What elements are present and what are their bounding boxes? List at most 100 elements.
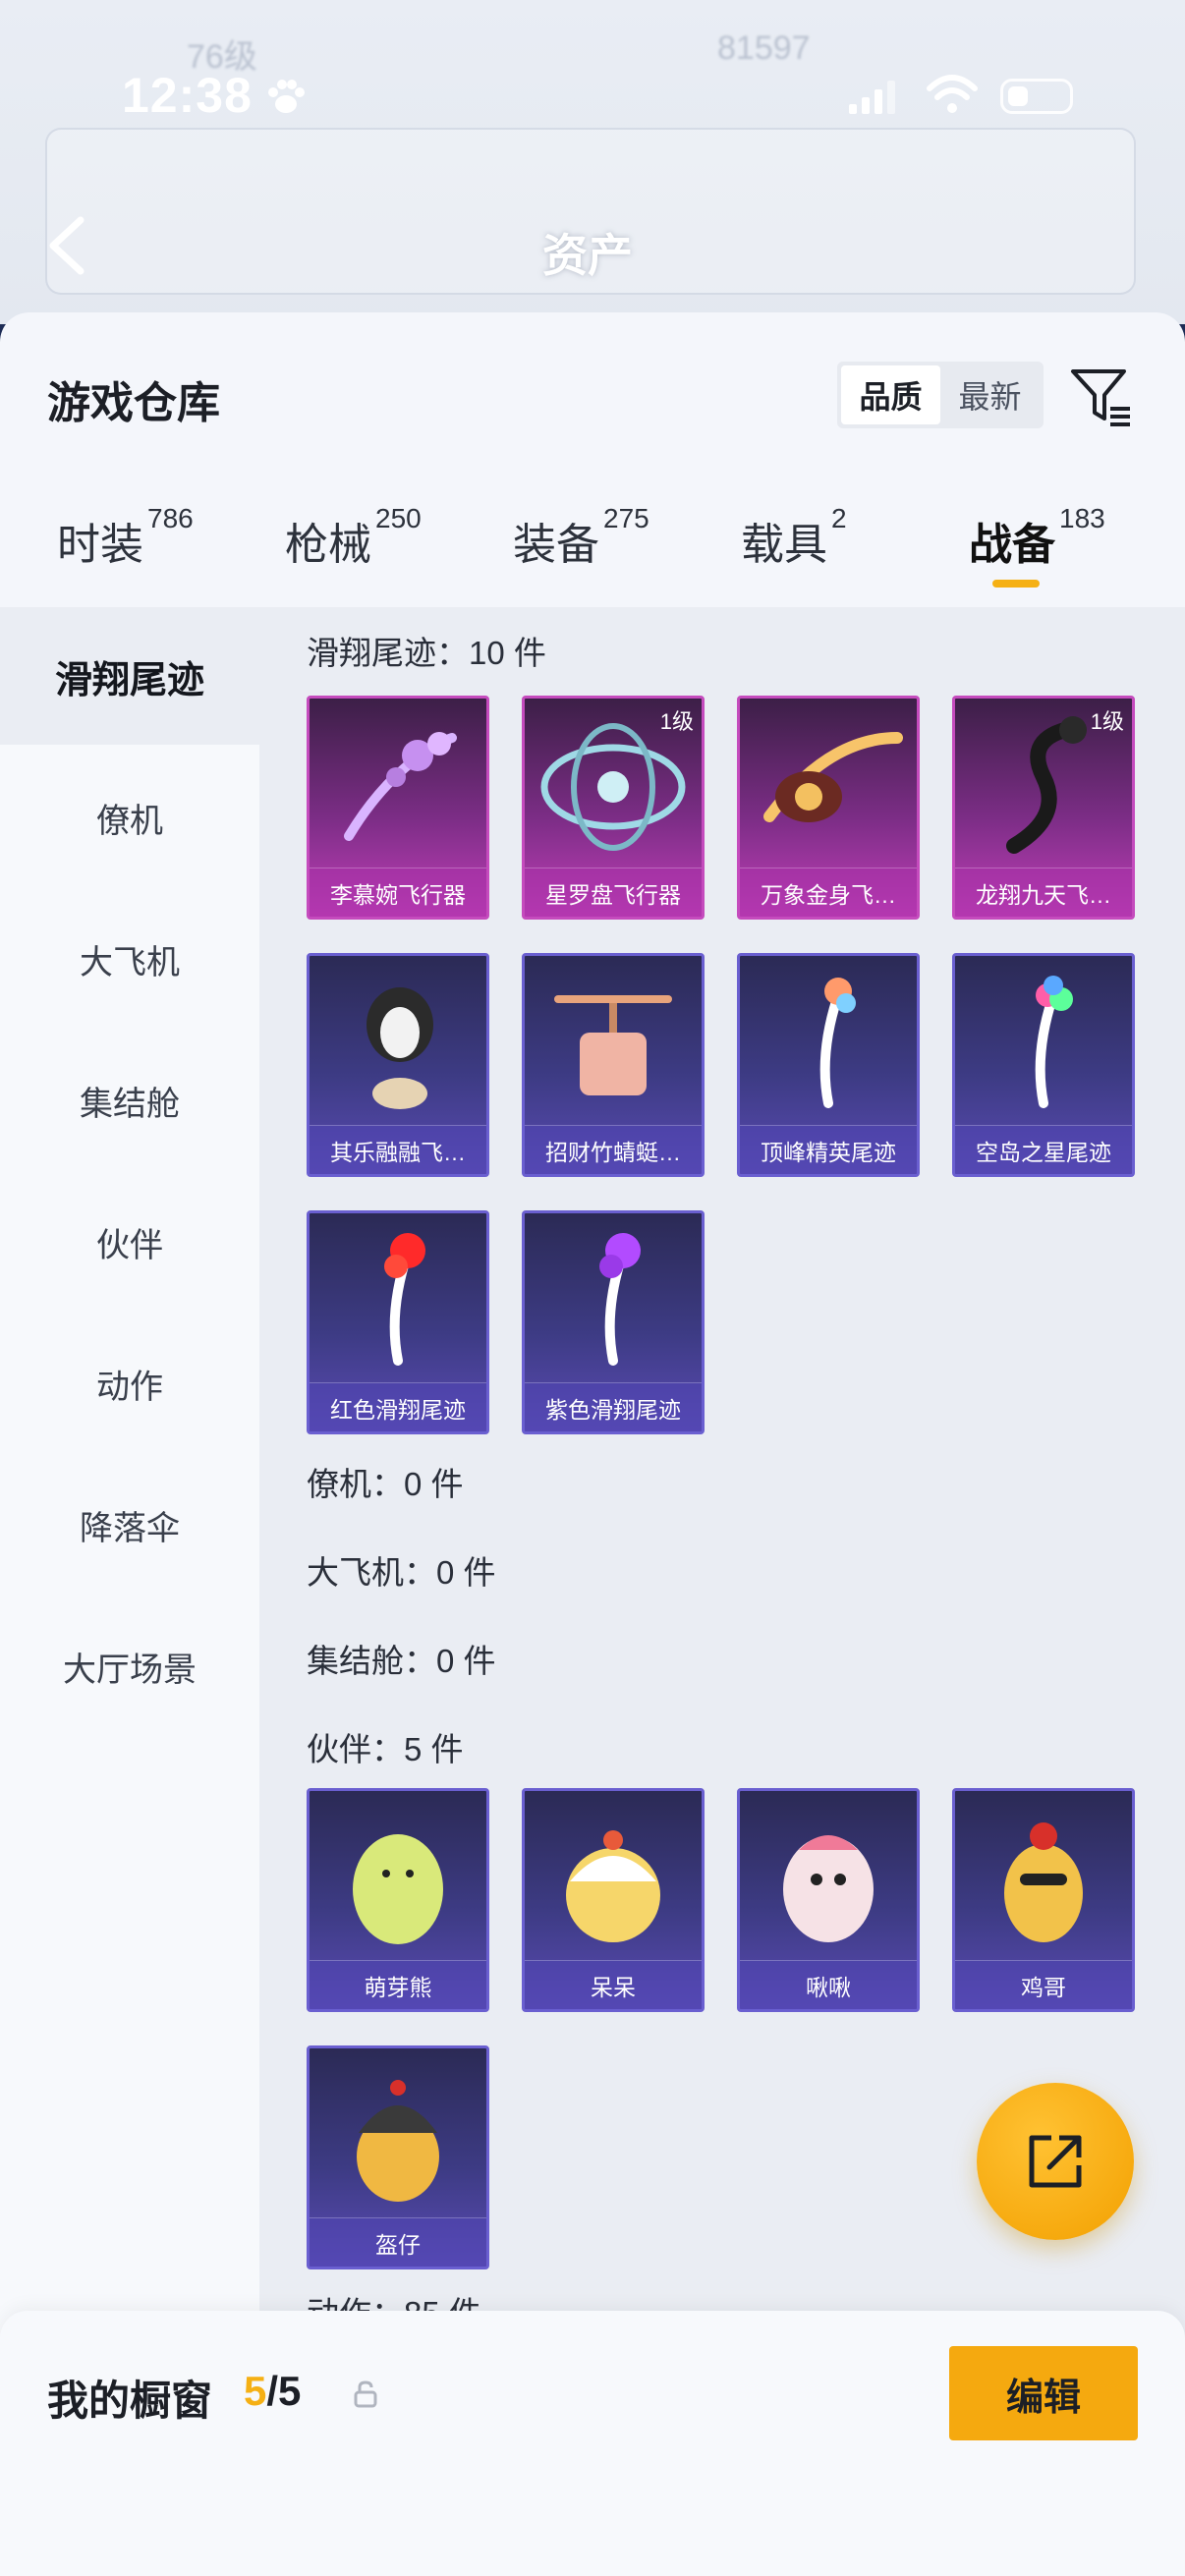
tab-label: 装备 <box>513 521 599 569</box>
status-time: 12:38 <box>122 68 253 123</box>
section-heading-big-plane: 大飞机：0 件 <box>307 1554 496 1591</box>
section-heading-assembly-pod: 集结舱：0 件 <box>307 1643 496 1679</box>
item-card[interactable]: 其乐融融飞… <box>307 953 489 1177</box>
item-name: 鸡哥 <box>955 1960 1132 2009</box>
chick-partner-icon <box>566 1830 660 1942</box>
back-button[interactable] <box>43 214 92 277</box>
item-name: 呆呆 <box>525 1960 702 2009</box>
item-name: 顶峰精英尾迹 <box>740 1125 917 1174</box>
active-tab-indicator <box>992 580 1040 588</box>
paw-icon <box>268 80 305 113</box>
showcase-bar: 我的橱窗 5/5 编辑 <box>0 2311 1185 2576</box>
tab-count: 250 <box>375 503 422 533</box>
tab-count: 2 <box>831 503 847 533</box>
item-card[interactable]: 招财竹蜻蜓… <box>522 953 705 1177</box>
item-name: 星罗盘飞行器 <box>525 868 702 917</box>
page-title: 资产 <box>542 230 633 281</box>
item-name: 啾啾 <box>740 1960 917 2009</box>
item-level-badge: 1级 <box>659 709 694 734</box>
item-name: 龙翔九天飞… <box>955 868 1132 917</box>
sort-by-newest-button[interactable]: 最新 <box>940 365 1040 424</box>
external-link-icon <box>1029 2135 1082 2188</box>
sidebar: 滑翔尾迹 僚机 大飞机 集结舱 伙伴 动作 降落伞 大厅场景 <box>0 607 259 2576</box>
item-level-badge: 1级 <box>1090 709 1124 734</box>
item-name: 萌芽熊 <box>310 1960 486 2009</box>
tab-label: 载具 <box>741 521 827 569</box>
smoke-trail-icon <box>1035 976 1073 1108</box>
category-tabs: 时装 786 枪械 250 装备 275 载具 2 战备 183 <box>0 499 1185 607</box>
section-heading-wingman: 僚机：0 件 <box>307 1466 464 1502</box>
tab-count: 275 <box>603 503 649 533</box>
item-card[interactable]: 紫色滑翔尾迹 <box>522 1210 705 1434</box>
filter-icon[interactable] <box>1069 364 1134 428</box>
item-name: 盔仔 <box>310 2217 486 2267</box>
item-card[interactable]: 1级 龙翔九天飞… <box>952 696 1135 920</box>
item-card[interactable]: 1级 星罗盘飞行器 <box>522 696 705 920</box>
tab-firearms[interactable]: 枪械 250 <box>285 499 422 607</box>
sheet-title: 游戏仓库 <box>47 379 220 427</box>
sort-toggle: 品质 最新 <box>837 362 1044 428</box>
sidebar-item-action[interactable]: 动作 <box>0 1315 259 1452</box>
edit-button[interactable]: 编辑 <box>949 2346 1138 2440</box>
battery-icon <box>1000 79 1073 114</box>
tab-label: 枪械 <box>285 521 371 569</box>
signal-icon <box>849 81 895 114</box>
sidebar-item-assembly-pod[interactable]: 集结舱 <box>0 1032 259 1169</box>
item-name: 空岛之星尾迹 <box>955 1125 1132 1174</box>
showcase-title: 我的橱窗 <box>47 2378 213 2424</box>
sidebar-item-lobby-scene[interactable]: 大厅场景 <box>0 1597 259 1735</box>
tab-count: 183 <box>1059 503 1105 533</box>
item-name: 李慕婉飞行器 <box>310 868 486 917</box>
smoke-trail-icon <box>819 978 856 1108</box>
sidebar-item-glide-trail[interactable]: 滑翔尾迹 <box>0 607 259 745</box>
item-card[interactable]: 红色滑翔尾迹 <box>307 1210 489 1434</box>
item-card[interactable]: 盔仔 <box>307 2045 489 2269</box>
wifi-icon <box>927 75 978 113</box>
smoke-trail-icon <box>599 1233 641 1366</box>
sidebar-item-wingman[interactable]: 僚机 <box>0 749 259 886</box>
helmet-chick-partner-icon <box>357 2080 439 2202</box>
item-name: 万象金身飞… <box>740 868 917 917</box>
showcase-count: 5/5 <box>244 2368 301 2415</box>
item-card[interactable]: 顶峰精英尾迹 <box>737 953 920 1177</box>
sort-by-quality-button[interactable]: 品质 <box>841 365 940 424</box>
sidebar-item-parachute[interactable]: 降落伞 <box>0 1456 259 1594</box>
sidebar-item-partner[interactable]: 伙伴 <box>0 1173 259 1311</box>
bear-partner-icon <box>353 1834 443 1944</box>
tab-count: 786 <box>147 503 194 533</box>
item-name: 招财竹蜻蜓… <box>525 1125 702 1174</box>
smoke-trail-icon <box>384 1233 425 1366</box>
item-name: 其乐融融飞… <box>310 1125 486 1174</box>
sidebar-item-big-plane[interactable]: 大飞机 <box>0 890 259 1028</box>
tab-vehicles[interactable]: 载具 2 <box>741 499 847 607</box>
share-button[interactable] <box>977 2083 1134 2240</box>
tab-label: 时装 <box>57 521 143 569</box>
item-card[interactable]: 李慕婉飞行器 <box>307 696 489 920</box>
item-card[interactable]: 啾啾 <box>737 1788 920 2012</box>
item-card[interactable]: 空岛之星尾迹 <box>952 953 1135 1177</box>
tab-combat-gear[interactable]: 战备 183 <box>969 499 1105 607</box>
penguin-balloon-icon <box>367 987 433 1109</box>
item-card[interactable]: 万象金身飞… <box>737 696 920 920</box>
tab-label: 战备 <box>969 521 1055 569</box>
item-name: 紫色滑翔尾迹 <box>525 1382 702 1431</box>
item-name: 红色滑翔尾迹 <box>310 1382 486 1431</box>
background-profile-header: 76级 81597 12:38 资产 <box>0 0 1185 324</box>
tab-equipment[interactable]: 装备 275 <box>513 499 649 607</box>
rooster-partner-icon <box>1004 1822 1083 1942</box>
section-heading-partner: 伙伴：5 件 <box>307 1731 464 1767</box>
game-warehouse-sheet: 游戏仓库 品质 最新 时装 786 枪械 250 装备 275 载具 2 战备 … <box>0 312 1185 2576</box>
golden-comet-icon <box>763 732 903 822</box>
lock-icon <box>354 2380 377 2408</box>
aircraft-icon <box>344 732 457 841</box>
showcase-total-count: /5 <box>266 2368 302 2414</box>
item-card[interactable]: 鸡哥 <box>952 1788 1135 2012</box>
bamboo-copter-icon <box>554 995 672 1095</box>
tab-fashion[interactable]: 时装 786 <box>57 499 194 607</box>
bird-partner-icon <box>783 1835 874 1942</box>
section-heading-glide-trail: 滑翔尾迹：10 件 <box>307 635 546 671</box>
showcase-current-count: 5 <box>244 2368 267 2414</box>
item-card[interactable]: 萌芽熊 <box>307 1788 489 2012</box>
background-score-text: 81597 <box>717 29 811 67</box>
item-card[interactable]: 呆呆 <box>522 1788 705 2012</box>
